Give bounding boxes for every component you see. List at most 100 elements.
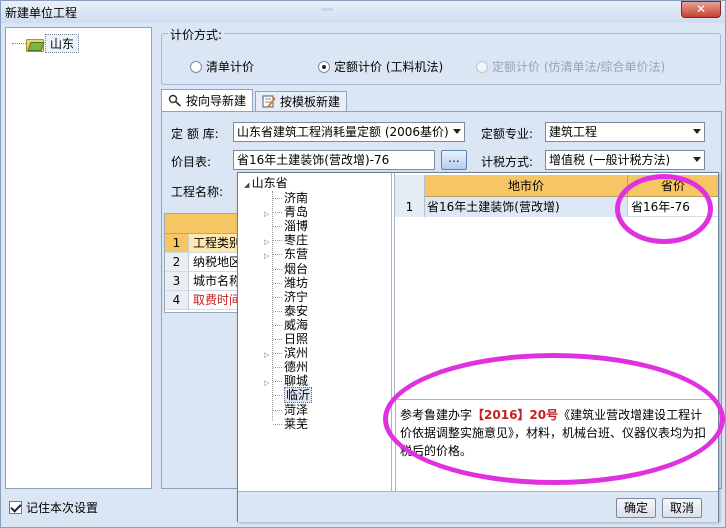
quota-lib-select[interactable]: 山东省建筑工程消耗量定额 (2006基价) <box>233 122 465 142</box>
expand-arrow-icon[interactable]: ▷ <box>264 249 269 263</box>
template-icon <box>262 95 276 108</box>
tree-connector <box>273 310 282 312</box>
column-header-city-price[interactable]: 地市价 <box>425 175 628 197</box>
expand-arrow-icon[interactable]: ▷ <box>264 235 269 249</box>
row-number: 3 <box>165 272 189 290</box>
close-button[interactable]: ✕ <box>681 1 721 18</box>
tree-connector <box>273 296 282 298</box>
quota-major-select[interactable]: 建筑工程 <box>545 122 705 142</box>
tab-bar: 按向导新建 按模板新建 <box>161 89 349 111</box>
tree-item-city[interactable]: 菏泽 <box>273 403 308 417</box>
row-number: 1 <box>395 197 425 217</box>
tree-connector <box>273 282 282 284</box>
tree-item-city[interactable]: 泰安 <box>273 304 308 318</box>
table-row[interactable]: 3 城市名称 <box>165 272 243 291</box>
price-table-field[interactable]: 省16年土建装饰(营改增)-76 <box>233 150 435 170</box>
tree-item-label: 聊城 <box>284 374 309 389</box>
tree-item-city[interactable]: ▷ 枣庄 <box>264 233 309 248</box>
radio-label: 定额计价 (工料机法) <box>334 60 444 74</box>
tree-root-item[interactable]: 山东 <box>12 34 80 53</box>
tree-item-label: 德州 <box>284 360 309 375</box>
table-row[interactable]: 4 取费时间 <box>165 291 243 310</box>
expand-arrow-icon[interactable]: ▷ <box>264 207 269 221</box>
tree-item-label: 威海 <box>284 317 309 332</box>
tree-item-city[interactable]: 莱芜 <box>273 417 308 431</box>
reference-note: 参考鲁建办字【2016】20号《建筑业营改增建设工程计价依据调整实施意见》，材料… <box>395 399 717 491</box>
table-row[interactable]: 1 工程类别 <box>165 234 243 253</box>
remember-settings-checkbox[interactable]: 记住本次设置 <box>9 499 98 516</box>
row-number: 2 <box>165 253 189 271</box>
tree-item-label: 泰安 <box>284 303 309 318</box>
ok-button[interactable]: 确定 <box>616 498 656 518</box>
radio-quota-pricing[interactable]: 定额计价 (工料机法) <box>318 58 443 75</box>
tree-item-city[interactable]: ▷ 滨州 <box>264 346 308 360</box>
cell-province-price[interactable]: 省16年-76 <box>628 197 718 217</box>
tree-connector <box>273 395 282 397</box>
tree-connector <box>273 198 282 199</box>
quota-major-label: 定额专业: <box>481 127 534 141</box>
tree-connector <box>273 212 282 214</box>
tree-item-city[interactable]: 淄博 <box>273 219 308 233</box>
note-number: 20号 <box>529 408 559 422</box>
tree-item-city[interactable]: 德州 <box>273 360 308 374</box>
tree-item-label: 临沂 <box>284 387 313 404</box>
price-table-value: 省16年土建装饰(营改增)-76 <box>237 153 390 167</box>
radio-indicator <box>190 60 202 73</box>
chevron-down-icon <box>453 129 461 134</box>
tree-item-city[interactable]: ▷ 青岛 <box>264 205 308 219</box>
radio-bill-pricing[interactable]: 清单计价 <box>190 58 254 75</box>
cell-city-price[interactable]: 省16年土建装饰(营改增) <box>425 197 628 217</box>
title-bar-decoration <box>321 8 333 11</box>
radio-label: 清单计价 <box>206 60 255 74</box>
tree-item-label: 日照 <box>284 332 309 346</box>
price-grid: 地市价 省价 1 省16年土建装饰(营改增) 省16年-76 <box>394 173 718 398</box>
browse-button[interactable]: ... <box>441 150 467 170</box>
radio-indicator <box>476 60 488 73</box>
remember-label: 记住本次设置 <box>26 501 99 515</box>
tree-item-city[interactable]: 日照 <box>273 332 308 346</box>
tree-item-city[interactable]: 济南 <box>273 191 308 205</box>
tree-item-city[interactable]: 临沂 <box>273 387 313 404</box>
expand-arrow-icon[interactable]: ▷ <box>264 348 269 362</box>
tree-item-label: 枣庄 <box>284 233 309 248</box>
quota-lib-value: 山东省建筑工程消耗量定额 (2006基价) <box>237 125 449 139</box>
tax-method-label: 计税方式: <box>481 155 534 169</box>
row-text: 纳税地区 <box>193 255 242 269</box>
tax-method-select[interactable]: 增值税 (一般计税方法) <box>545 150 705 170</box>
table-row[interactable]: 2 纳税地区 <box>165 253 243 272</box>
tree-item-province[interactable]: ◢ 山东省 <box>244 176 288 192</box>
tree-connector <box>273 367 282 369</box>
quota-major-value: 建筑工程 <box>549 125 598 139</box>
tree-item-city[interactable]: 烟台 <box>273 262 308 276</box>
tab-wizard[interactable]: 按向导新建 <box>161 89 254 111</box>
tree-connector <box>273 254 282 256</box>
note-year: 【2016】 <box>472 408 530 422</box>
radio-quota-bill-method: 定额计价 (仿清单法/综合单价法) <box>476 58 665 75</box>
radio-label: 定额计价 (仿清单法/综合单价法) <box>492 60 666 74</box>
tree-connector <box>273 353 282 355</box>
price-table-popup: ◢ 山东省 济南 ▷ 青岛 淄博 ▷ 枣庄 ▷ 东营 烟台 潍坊 济宁 泰安 威海 日照 ▷ 滨州 德州 ▷ 聊城临… <box>237 172 719 522</box>
tab-template[interactable]: 按模板新建 <box>255 91 348 111</box>
tree-item-city[interactable]: 济宁 <box>273 290 308 304</box>
tree-item-city[interactable]: 潍坊 <box>273 276 308 290</box>
calc-method-title: 计价方式: <box>168 26 225 43</box>
calc-method-group: 计价方式: 清单计价 定额计价 (工料机法) 定额计价 (仿清单法/综合单价法) <box>161 26 721 85</box>
tree-connector <box>273 226 282 228</box>
tab-label: 按模板新建 <box>280 95 341 109</box>
tree-item-label: 山东省 <box>251 176 288 190</box>
tree-item-label: 莱芜 <box>284 416 309 431</box>
tree-item-city[interactable]: ▷ 聊城 <box>264 374 309 389</box>
table-row[interactable]: 1 省16年土建装饰(营改增) 省16年-76 <box>395 197 718 217</box>
wizard-icon <box>168 94 182 107</box>
column-header-province-price[interactable]: 省价 <box>628 175 718 197</box>
tree-item-label: 济南 <box>284 191 309 205</box>
tree-connector <box>273 381 282 383</box>
cancel-button[interactable]: 取消 <box>662 498 702 518</box>
tree-item-city[interactable]: ▷ 东营 <box>264 247 309 262</box>
row-text: 取费时间 <box>193 293 242 307</box>
expand-arrow-icon[interactable]: ▷ <box>264 376 269 390</box>
tree-item-city[interactable]: 威海 <box>273 318 308 332</box>
popup-footer: 确定 取消 <box>238 491 718 522</box>
tree-item-label: 东营 <box>284 247 309 262</box>
checkbox-indicator <box>9 501 22 514</box>
